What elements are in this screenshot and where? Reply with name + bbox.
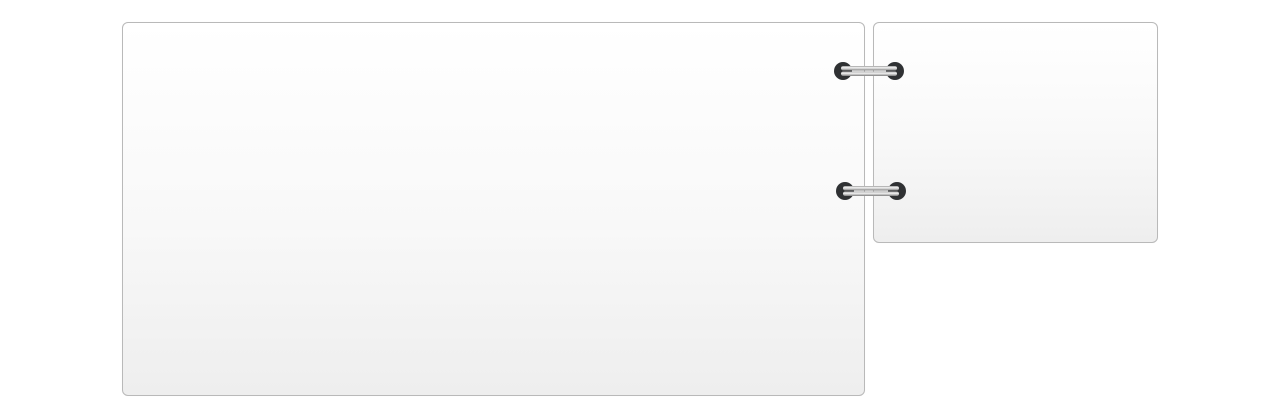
main-panel: [122, 22, 865, 396]
binder-ring-icon: [835, 181, 907, 201]
side-panel: [873, 22, 1158, 243]
binder-ring-icon: [833, 61, 905, 81]
